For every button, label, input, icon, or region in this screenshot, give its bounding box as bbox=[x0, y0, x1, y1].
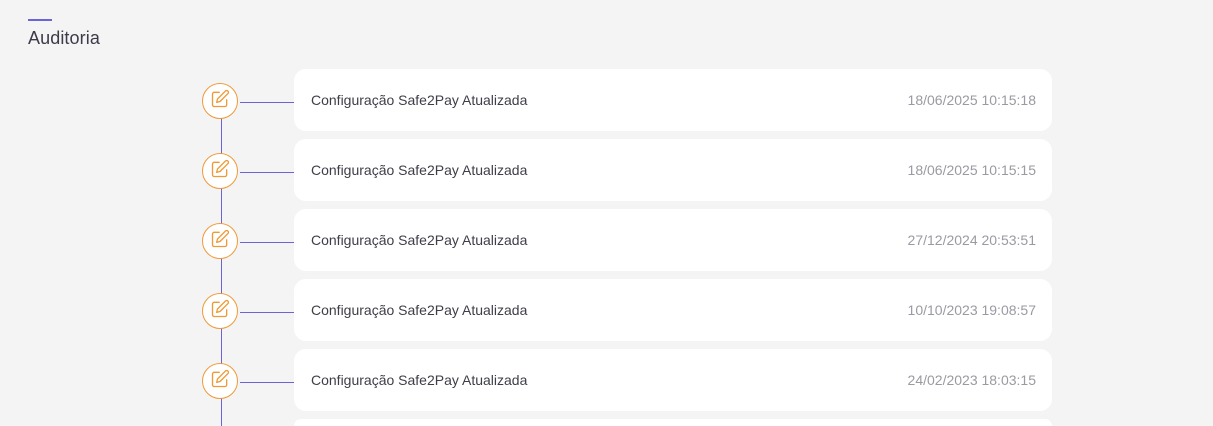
title-accent-bar bbox=[28, 19, 52, 21]
timeline-connector bbox=[240, 312, 294, 313]
page-title: Auditoria bbox=[28, 28, 100, 48]
timeline-node bbox=[202, 153, 238, 189]
timeline-node bbox=[202, 223, 238, 259]
timeline-connector bbox=[240, 242, 294, 243]
audit-event-time: 27/12/2024 20:53:51 bbox=[907, 232, 1036, 248]
audit-card[interactable]: Configuração Safe2Pay Atualizada 18/06/2… bbox=[294, 69, 1052, 131]
audit-card-partial[interactable] bbox=[294, 419, 1052, 426]
audit-event-time: 24/02/2023 18:03:15 bbox=[907, 372, 1036, 388]
edit-icon bbox=[210, 369, 230, 394]
edit-icon bbox=[210, 159, 230, 184]
audit-event-text: Configuração Safe2Pay Atualizada bbox=[311, 232, 528, 248]
timeline-connector bbox=[240, 382, 294, 383]
timeline-connector bbox=[240, 172, 294, 173]
audit-event-time: 18/06/2025 10:15:15 bbox=[907, 162, 1036, 178]
edit-icon bbox=[210, 229, 230, 254]
audit-card[interactable]: Configuração Safe2Pay Atualizada 18/06/2… bbox=[294, 139, 1052, 201]
timeline-entry: Configuração Safe2Pay Atualizada 18/06/2… bbox=[202, 139, 1052, 201]
audit-event-text: Configuração Safe2Pay Atualizada bbox=[311, 372, 528, 388]
timeline-node bbox=[202, 293, 238, 329]
audit-card[interactable]: Configuração Safe2Pay Atualizada 27/12/2… bbox=[294, 209, 1052, 271]
audit-card[interactable]: Configuração Safe2Pay Atualizada 10/10/2… bbox=[294, 279, 1052, 341]
audit-page: Auditoria Configuração Safe2Pay Atualiza… bbox=[0, 0, 1213, 426]
audit-event-text: Configuração Safe2Pay Atualizada bbox=[311, 162, 528, 178]
timeline-connector bbox=[240, 102, 294, 103]
audit-event-time: 10/10/2023 19:08:57 bbox=[907, 302, 1036, 318]
edit-icon bbox=[210, 299, 230, 324]
timeline-entry: Configuração Safe2Pay Atualizada 24/02/2… bbox=[202, 349, 1052, 411]
timeline-node bbox=[202, 83, 238, 119]
audit-event-text: Configuração Safe2Pay Atualizada bbox=[311, 302, 528, 318]
timeline-entry: Configuração Safe2Pay Atualizada 18/06/2… bbox=[202, 69, 1052, 131]
timeline-entry: Configuração Safe2Pay Atualizada 10/10/2… bbox=[202, 279, 1052, 341]
timeline-node bbox=[202, 363, 238, 399]
edit-icon bbox=[210, 89, 230, 114]
audit-event-time: 18/06/2025 10:15:18 bbox=[907, 92, 1036, 108]
audit-event-text: Configuração Safe2Pay Atualizada bbox=[311, 92, 528, 108]
timeline-entry: Configuração Safe2Pay Atualizada 27/12/2… bbox=[202, 209, 1052, 271]
audit-card[interactable]: Configuração Safe2Pay Atualizada 24/02/2… bbox=[294, 349, 1052, 411]
